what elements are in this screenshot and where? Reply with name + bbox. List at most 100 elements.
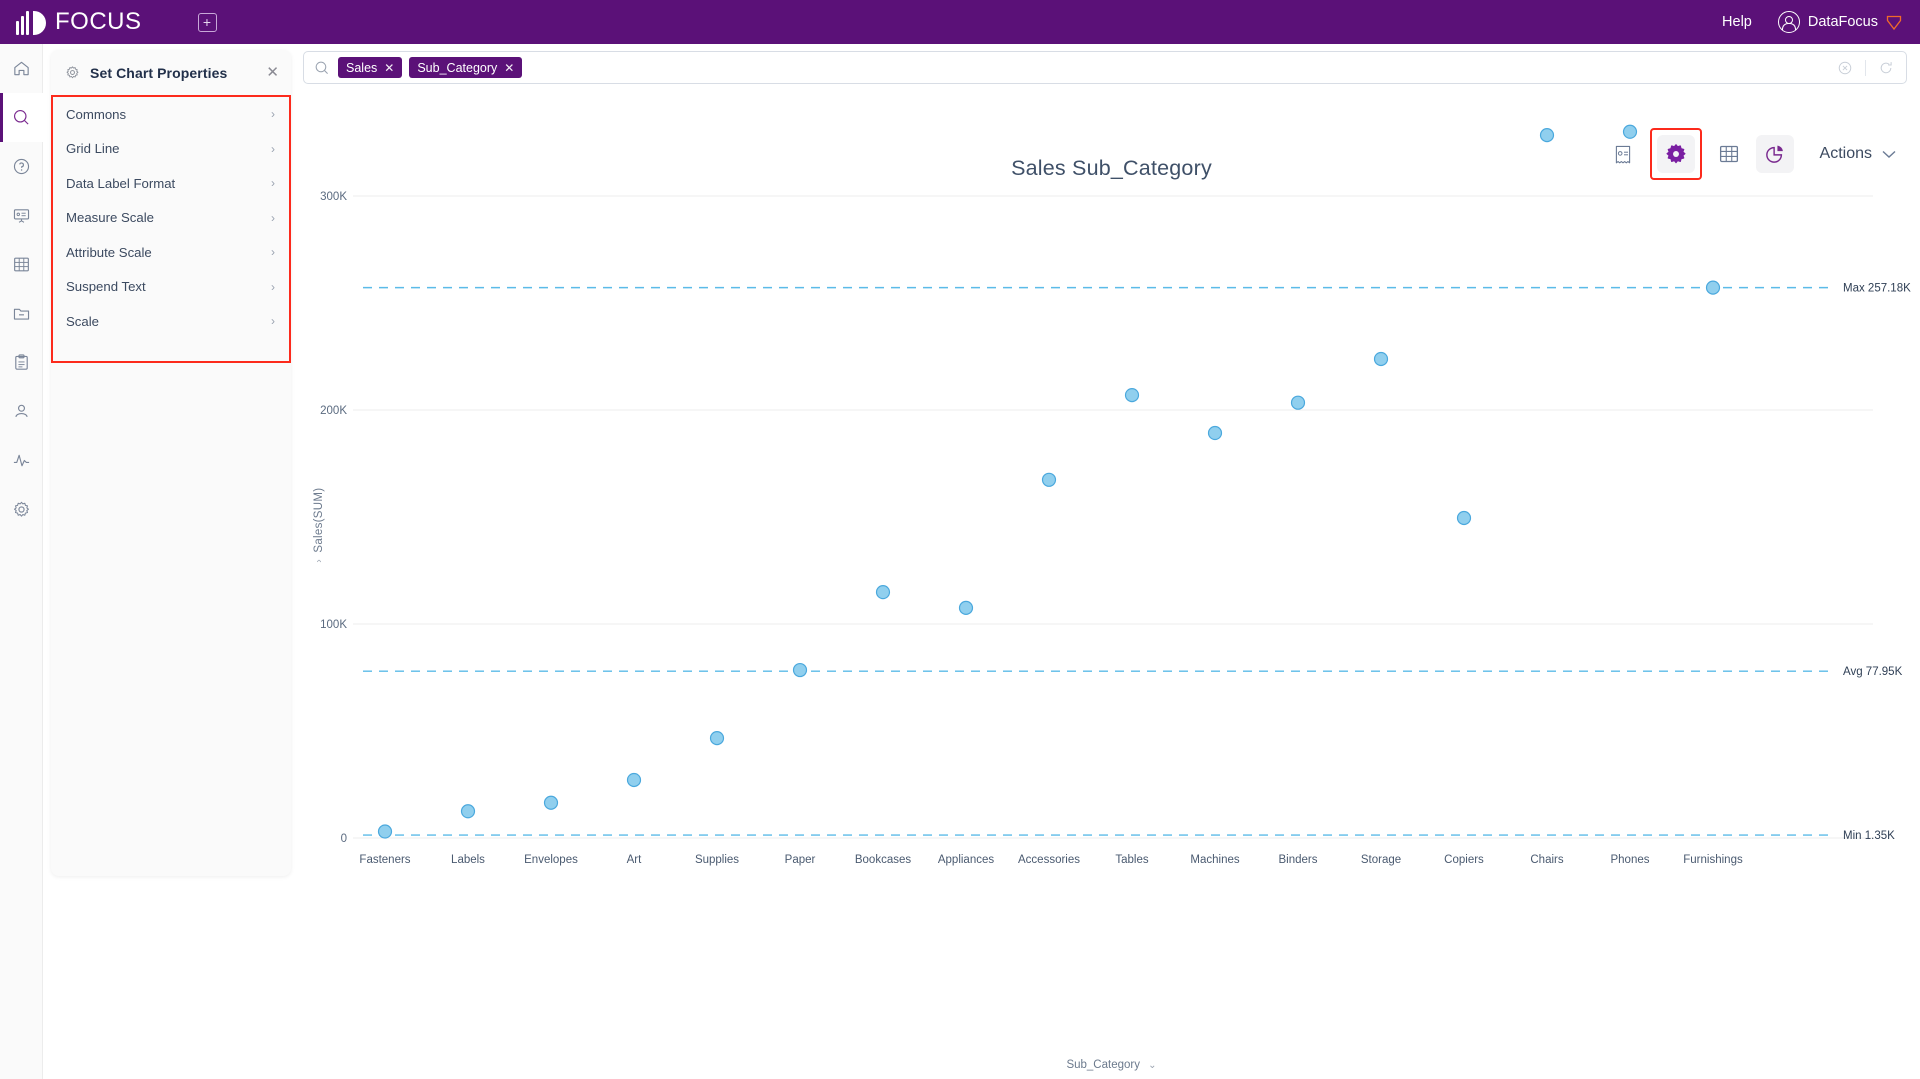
svg-text:Art: Art bbox=[627, 854, 643, 866]
sidebar-item-monitor[interactable] bbox=[0, 436, 43, 485]
svg-text:100K: 100K bbox=[320, 619, 347, 631]
chevron-right-icon: › bbox=[271, 107, 275, 122]
activity-icon bbox=[13, 454, 30, 467]
chevron-right-icon: › bbox=[271, 176, 275, 191]
sidebar-item-settings[interactable] bbox=[0, 485, 43, 534]
reference-line-avg: Avg 77.95K bbox=[363, 666, 1903, 678]
prop-row-scale[interactable]: Scale › bbox=[53, 304, 289, 339]
svg-text:Phones: Phones bbox=[1610, 854, 1649, 866]
reference-line-min: Min 1.35K bbox=[363, 830, 1895, 842]
svg-text:Paper: Paper bbox=[785, 854, 816, 866]
chevron-right-icon: › bbox=[271, 141, 275, 156]
svg-text:Avg 77.95K: Avg 77.95K bbox=[1843, 666, 1903, 678]
svg-text:Tables: Tables bbox=[1115, 854, 1148, 866]
brand-logo[interactable]: FOCUS bbox=[16, 8, 142, 36]
svg-text:Furnishings: Furnishings bbox=[1683, 854, 1743, 866]
properties-list: Commons › Grid Line › Data Label Format … bbox=[51, 95, 291, 363]
user-name: DataFocus bbox=[1807, 14, 1878, 30]
sidebar-item-search[interactable] bbox=[0, 93, 43, 142]
search-icon bbox=[315, 61, 328, 74]
close-icon[interactable]: ✕ bbox=[266, 65, 279, 80]
left-rail bbox=[0, 44, 43, 1079]
svg-text:Appliances: Appliances bbox=[938, 854, 995, 866]
data-point bbox=[626, 772, 642, 788]
clipboard-icon bbox=[15, 354, 28, 370]
set-chart-properties-panel: Set Chart Properties ✕ Commons › Grid Li… bbox=[51, 50, 291, 876]
search-bar[interactable]: Sales ✕ Sub_Category ✕ bbox=[303, 51, 1907, 84]
data-point bbox=[792, 662, 808, 678]
folder-minus-icon bbox=[13, 308, 30, 320]
data-point bbox=[1456, 510, 1472, 526]
chevron-right-icon: › bbox=[271, 210, 275, 225]
prop-row-data-label-format[interactable]: Data Label Format › bbox=[53, 166, 289, 201]
sidebar-item-account[interactable] bbox=[0, 387, 43, 436]
search-chip-sales[interactable]: Sales ✕ bbox=[338, 57, 403, 78]
data-point bbox=[1705, 280, 1721, 295]
data-point bbox=[1207, 425, 1223, 441]
svg-text:Fasteners: Fasteners bbox=[359, 854, 410, 866]
prop-label: Scale bbox=[66, 313, 99, 329]
search-icon bbox=[13, 109, 29, 125]
data-point bbox=[460, 804, 476, 819]
user-avatar-icon bbox=[1777, 11, 1800, 33]
sidebar-item-data-table[interactable] bbox=[0, 240, 43, 289]
refresh-icon[interactable] bbox=[1878, 60, 1894, 76]
shield-icon bbox=[1886, 15, 1902, 30]
svg-text:Storage: Storage bbox=[1361, 854, 1401, 866]
x-axis-label-text: Sub_Category bbox=[1066, 1059, 1140, 1071]
chevron-right-icon: › bbox=[271, 314, 275, 329]
help-link[interactable]: Help bbox=[1722, 14, 1752, 30]
prop-label: Attribute Scale bbox=[66, 244, 152, 260]
data-point bbox=[377, 824, 393, 839]
brand-name: FOCUS bbox=[55, 8, 142, 35]
prop-label: Suspend Text bbox=[66, 279, 146, 295]
close-icon[interactable]: ✕ bbox=[504, 61, 514, 75]
sidebar-item-tasks[interactable] bbox=[0, 338, 43, 387]
prop-row-measure-scale[interactable]: Measure Scale › bbox=[53, 201, 289, 236]
page-title: Set Chart Properties bbox=[90, 64, 228, 81]
gear-icon bbox=[66, 66, 79, 79]
svg-text:Machines: Machines bbox=[1190, 854, 1239, 866]
data-point bbox=[1124, 387, 1140, 403]
plus-square-icon[interactable]: + bbox=[197, 12, 217, 32]
sidebar-item-dashboard[interactable] bbox=[0, 191, 43, 240]
gear-icon bbox=[14, 501, 29, 517]
focus-logo-icon bbox=[16, 9, 46, 35]
clear-circle-icon[interactable] bbox=[1837, 60, 1853, 76]
data-point bbox=[1373, 351, 1389, 367]
properties-panel-header: Set Chart Properties ✕ bbox=[51, 50, 291, 95]
user-menu[interactable]: DataFocus bbox=[1777, 11, 1902, 33]
sidebar-item-resources[interactable] bbox=[0, 289, 43, 338]
prop-row-suspend-text[interactable]: Suspend Text › bbox=[53, 270, 289, 305]
chip-label: Sub_Category bbox=[417, 60, 498, 75]
prop-row-attribute-scale[interactable]: Attribute Scale › bbox=[53, 235, 289, 270]
x-axis-label[interactable]: Sub_Category ⌄ bbox=[303, 1059, 1920, 1071]
svg-text:Labels: Labels bbox=[451, 854, 485, 866]
search-input[interactable] bbox=[529, 52, 1837, 83]
sidebar-item-help[interactable] bbox=[0, 142, 43, 191]
data-point bbox=[958, 600, 974, 615]
prop-row-commons[interactable]: Commons › bbox=[53, 97, 289, 132]
chevron-right-icon: › bbox=[271, 245, 275, 260]
top-bar: FOCUS + Help DataFocus bbox=[0, 0, 1920, 44]
divider bbox=[1865, 59, 1866, 76]
prop-label: Data Label Format bbox=[66, 175, 176, 191]
svg-text:0: 0 bbox=[341, 833, 347, 845]
data-point bbox=[1041, 472, 1057, 487]
data-point bbox=[709, 731, 725, 746]
x-axis-ticks: Fasteners Labels Envelopes Art Supplies … bbox=[359, 854, 1743, 866]
prop-label: Commons bbox=[66, 106, 127, 122]
home-icon bbox=[14, 61, 29, 76]
search-chip-sub-category[interactable]: Sub_Category ✕ bbox=[409, 57, 523, 78]
sidebar-item-home[interactable] bbox=[0, 44, 43, 93]
data-point bbox=[1539, 128, 1555, 143]
close-icon[interactable]: ✕ bbox=[384, 61, 394, 75]
prop-label: Grid Line bbox=[66, 141, 120, 157]
prop-row-grid-line[interactable]: Grid Line › bbox=[53, 132, 289, 167]
svg-text:Binders: Binders bbox=[1279, 854, 1318, 866]
presentation-icon bbox=[13, 209, 30, 223]
chevron-down-icon: ⌄ bbox=[1148, 1060, 1157, 1071]
svg-text:Accessories: Accessories bbox=[1018, 854, 1080, 866]
scatter-plot[interactable]: 300K 200K 100K 0 Max 257.18K Avg 77.95K … bbox=[303, 98, 1920, 1079]
table-grid-icon bbox=[14, 257, 29, 272]
